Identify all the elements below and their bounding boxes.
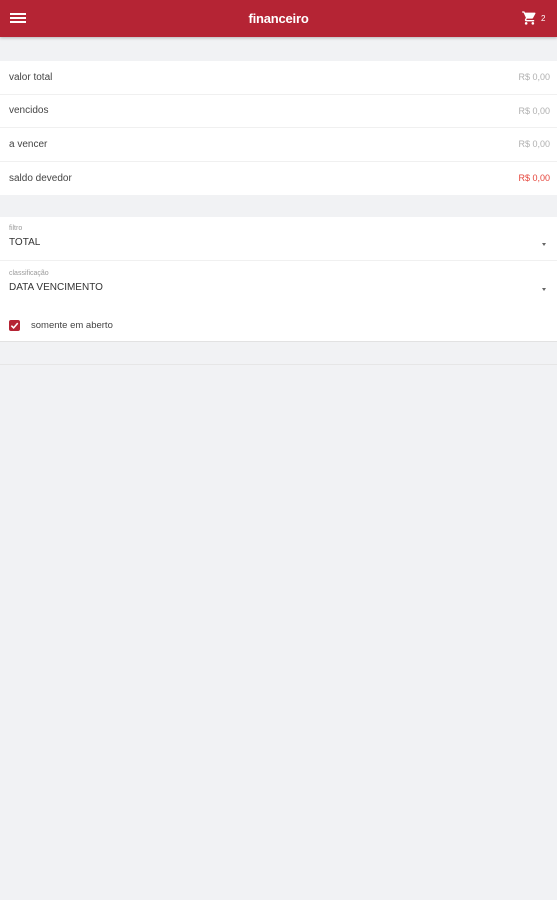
summary-row-saldo-devedor: saldo devedor R$ 0,00 [0, 162, 557, 196]
filter-select[interactable]: filtro TOTAL [0, 223, 557, 261]
summary-row-a-vencer: a vencer R$ 0,00 [0, 128, 557, 162]
dropdown-arrow-icon [542, 243, 546, 246]
filter-card: filtro TOTAL classificação DATA VENCIMEN… [0, 217, 557, 342]
only-open-checkbox-row[interactable]: somente em aberto [9, 318, 113, 332]
sort-label: classificação [9, 270, 49, 277]
cart-icon [521, 10, 538, 26]
summary-row-valor-total: valor total R$ 0,00 [0, 61, 557, 95]
menu-button[interactable] [4, 3, 32, 33]
summary-label: a vencer [9, 138, 48, 150]
divider [0, 364, 557, 365]
summary-value: R$ 0,00 [518, 139, 550, 150]
sort-select[interactable]: classificação DATA VENCIMENTO [0, 268, 557, 306]
only-open-checkbox[interactable] [9, 319, 20, 331]
only-open-label: somente em aberto [31, 319, 113, 331]
cart-count-badge: 2 [541, 14, 546, 23]
summary-card: valor total R$ 0,00 vencidos R$ 0,00 a v… [0, 61, 557, 195]
summary-value: R$ 0,00 [518, 72, 550, 83]
summary-row-vencidos: vencidos R$ 0,00 [0, 95, 557, 128]
menu-icon [10, 12, 26, 24]
summary-value: R$ 0,00 [518, 105, 550, 116]
summary-value-debt: R$ 0,00 [518, 173, 550, 184]
summary-label: valor total [9, 71, 53, 83]
filter-value: TOTAL [9, 237, 41, 248]
filter-label: filtro [9, 225, 23, 232]
dropdown-arrow-icon [542, 288, 546, 291]
cart-button[interactable]: 2 [521, 6, 551, 30]
summary-label: saldo devedor [9, 172, 72, 184]
page-title: financeiro [248, 11, 309, 26]
check-icon [10, 322, 19, 329]
summary-label: vencidos [9, 105, 49, 117]
app-bar: financeiro 2 [0, 0, 557, 37]
sort-value: DATA VENCIMENTO [9, 282, 103, 293]
